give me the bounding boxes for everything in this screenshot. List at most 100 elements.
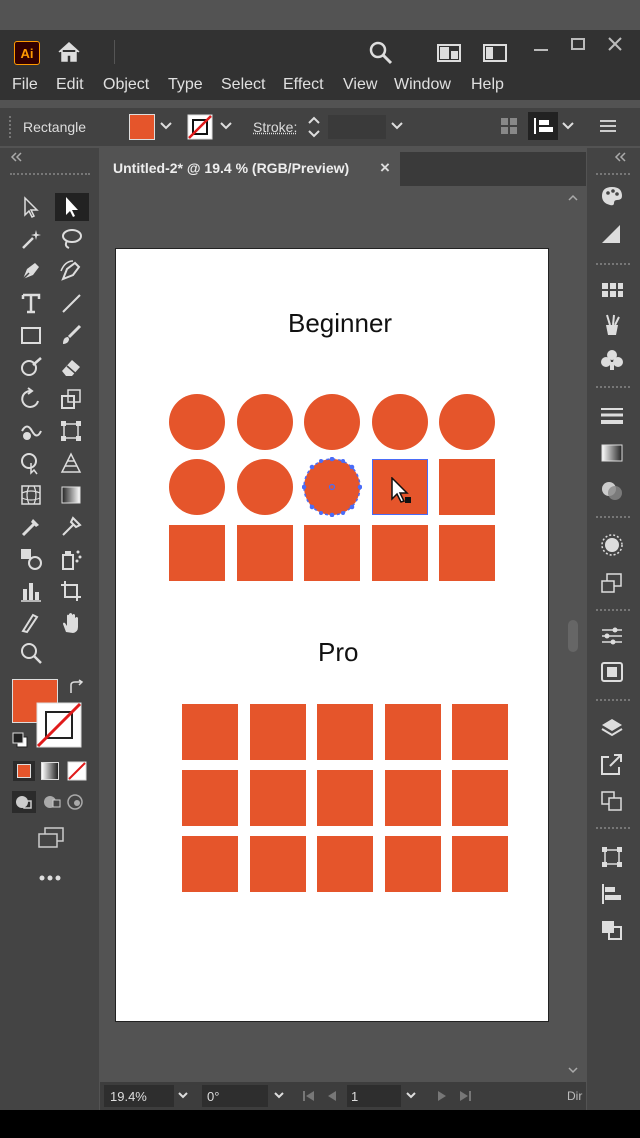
stroke-color-swatch-none-icon[interactable]: [187, 114, 213, 140]
beginner-square[interactable]: [304, 525, 360, 581]
transparency-panel-icon[interactable]: [599, 479, 625, 503]
beginner-square[interactable]: [439, 525, 495, 581]
close-window-icon[interactable]: [606, 36, 624, 52]
beginner-circle[interactable]: [169, 394, 225, 450]
perspective-grid-tool-icon[interactable]: [59, 451, 83, 475]
transform-panel-icon[interactable]: [599, 845, 625, 869]
pro-square[interactable]: [317, 704, 373, 760]
appearance-panel-icon[interactable]: [599, 533, 625, 557]
pro-square[interactable]: [250, 836, 306, 892]
color-mode-button[interactable]: [13, 761, 35, 781]
beginner-circle[interactable]: [439, 394, 495, 450]
pro-square[interactable]: [317, 770, 373, 826]
menu-view[interactable]: View: [343, 76, 377, 94]
pro-square[interactable]: [385, 836, 441, 892]
beginner-circle[interactable]: [169, 459, 225, 515]
menu-effect[interactable]: Effect: [283, 76, 324, 94]
menu-type[interactable]: Type: [168, 76, 203, 94]
paintbrush-tool-icon[interactable]: [59, 323, 83, 347]
beginner-circle[interactable]: [237, 394, 293, 450]
pro-square[interactable]: [250, 704, 306, 760]
default-fill-stroke-icon[interactable]: [11, 731, 29, 749]
transform-toggle-button[interactable]: [528, 112, 558, 140]
column-graph-tool-icon[interactable]: [19, 579, 43, 603]
workspace-switcher-icon[interactable]: [482, 42, 508, 64]
rectangle-tool-icon[interactable]: [19, 323, 43, 347]
slice-tool-icon[interactable]: [19, 611, 43, 635]
beginner-square[interactable]: [439, 459, 495, 515]
beginner-square[interactable]: [237, 525, 293, 581]
shaper-tool-icon[interactable]: [19, 355, 43, 379]
stroke-dropdown-chevron-down-icon[interactable]: [218, 118, 234, 134]
menu-object[interactable]: Object: [103, 76, 149, 94]
search-icon[interactable]: [368, 40, 394, 66]
layers-panel-icon[interactable]: [599, 716, 625, 740]
pen-tool-icon[interactable]: [19, 259, 43, 283]
pro-square[interactable]: [385, 770, 441, 826]
artboard-chevron-down-icon[interactable]: [404, 1088, 418, 1104]
color-panel-icon[interactable]: [599, 184, 625, 208]
magic-wand-tool-icon[interactable]: [19, 227, 43, 251]
beginner-circle[interactable]: [372, 394, 428, 450]
type-tool-icon[interactable]: [19, 291, 43, 315]
vertical-scrollbar[interactable]: [566, 190, 580, 1078]
pathfinder-panel-icon[interactable]: [599, 918, 625, 942]
rotation-chevron-down-icon[interactable]: [272, 1088, 286, 1104]
line-segment-tool-icon[interactable]: [59, 291, 83, 315]
menu-help[interactable]: Help: [471, 76, 504, 94]
curvature-tool-icon[interactable]: [59, 259, 83, 283]
previous-artboard-icon[interactable]: [326, 1089, 338, 1103]
hand-tool-icon[interactable]: [59, 611, 83, 635]
collapse-dock-icon[interactable]: [614, 152, 628, 162]
zoom-tool-icon[interactable]: [19, 641, 43, 665]
scale-tool-icon[interactable]: [59, 387, 83, 411]
fill-color-swatch[interactable]: [129, 114, 155, 140]
zoom-chevron-down-icon[interactable]: [176, 1088, 190, 1104]
measure-eyedropper-tool-icon[interactable]: [59, 515, 83, 539]
artboard[interactable]: Beginner Pro: [115, 248, 549, 1022]
direct-selection-tool-active[interactable]: [55, 193, 89, 221]
pro-square[interactable]: [317, 836, 373, 892]
stroke-none-box[interactable]: [36, 702, 82, 748]
selection-anchor-points[interactable]: [302, 457, 362, 517]
mesh-tool-icon[interactable]: [19, 483, 43, 507]
menu-edit[interactable]: Edit: [56, 76, 84, 94]
stroke-weight-chevron-down-icon[interactable]: [389, 118, 405, 134]
none-mode-button[interactable]: [67, 761, 87, 781]
maximize-icon[interactable]: [569, 36, 587, 52]
symbol-sprayer-tool-icon[interactable]: [59, 547, 83, 571]
next-artboard-icon[interactable]: [436, 1089, 448, 1103]
close-document-icon[interactable]: ×: [380, 158, 390, 178]
menu-file[interactable]: File: [12, 76, 38, 94]
collapse-panel-icon[interactable]: [10, 152, 24, 162]
home-icon[interactable]: [56, 40, 82, 64]
gradient-mode-button[interactable]: [41, 762, 59, 780]
symbols-panel-icon[interactable]: [599, 348, 625, 372]
pro-square[interactable]: [182, 836, 238, 892]
artboard-tool-icon[interactable]: [59, 579, 83, 603]
minimize-icon[interactable]: [532, 42, 550, 58]
beginner-circle[interactable]: [237, 459, 293, 515]
beginner-square[interactable]: [372, 525, 428, 581]
swatches-panel-icon[interactable]: [599, 278, 625, 302]
stroke-panel-icon[interactable]: [599, 404, 625, 428]
edit-toolbar-more-icon[interactable]: [38, 870, 62, 886]
change-screen-mode-icon[interactable]: [36, 826, 66, 850]
free-transform-tool-icon[interactable]: [59, 419, 83, 443]
draw-normal-button[interactable]: [12, 791, 36, 813]
pro-square[interactable]: [250, 770, 306, 826]
properties-panel-icon[interactable]: [599, 624, 625, 648]
gradient-tool-icon[interactable]: [59, 483, 83, 507]
graphic-styles-panel-icon[interactable]: [599, 571, 625, 595]
pro-square[interactable]: [452, 770, 508, 826]
artboards-panel-icon[interactable]: [599, 789, 625, 813]
swap-fill-stroke-icon[interactable]: [68, 679, 86, 695]
rotate-tool-icon[interactable]: [19, 387, 43, 411]
stroke-weight-input[interactable]: [328, 115, 386, 139]
color-guide-panel-icon[interactable]: [599, 222, 625, 246]
draw-inside-icon[interactable]: [64, 791, 88, 813]
pro-square[interactable]: [182, 704, 238, 760]
menu-window[interactable]: Window: [394, 76, 451, 94]
stroke-label[interactable]: Stroke:: [253, 119, 297, 135]
first-artboard-icon[interactable]: [302, 1089, 316, 1103]
